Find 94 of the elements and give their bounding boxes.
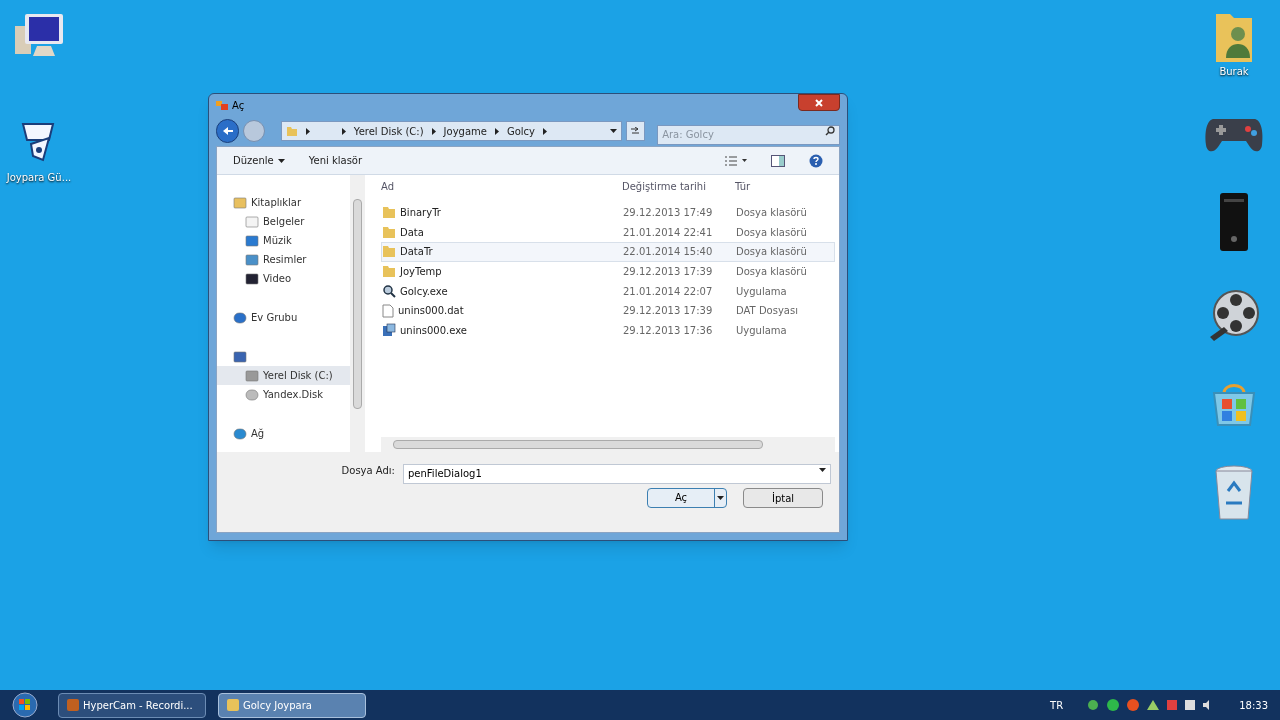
filename-label: Dosya Adı: [341, 463, 395, 478]
file-date: 22.01.2014 15:40 [623, 245, 714, 260]
column-header[interactable]: Ad [381, 178, 622, 194]
help-icon[interactable] [809, 153, 823, 168]
taskbar-button[interactable]: Golcy Joypara [218, 692, 366, 718]
breadcrumb-item[interactable]: Golcy [506, 123, 536, 139]
file-type: Dosya klasörü [736, 206, 807, 221]
window-icon [216, 100, 228, 110]
file-date: 21.01.2014 22:07 [623, 284, 714, 299]
refresh-button[interactable] [625, 121, 646, 141]
file-type: Dosya klasörü [736, 225, 807, 240]
breadcrumb-item[interactable]: Yerel Disk (C:) [353, 123, 424, 139]
caret-icon [717, 496, 724, 500]
file-date: 29.12.2013 17:39 [623, 304, 714, 319]
window-title: Aç [232, 98, 246, 113]
back-button[interactable] [216, 119, 240, 143]
file-row[interactable]: unins000.exe 29.12.2013 17:36 Uygulama [381, 320, 835, 341]
file-name: BinaryTr [400, 206, 441, 221]
tray-icons[interactable] [1087, 698, 1212, 712]
windows-logo-icon [12, 692, 38, 718]
open-button[interactable]: Aç [647, 488, 727, 508]
clock[interactable]: 18:33 [1239, 697, 1268, 713]
file-name: JoyTemp [400, 265, 442, 280]
search-icon [825, 126, 835, 136]
dropdown-arrow-icon [609, 129, 617, 133]
icon-label: Joypara Gü... [6, 171, 72, 185]
caret-icon [277, 158, 285, 163]
folder-icon [285, 125, 298, 137]
file-type: Uygulama [736, 284, 787, 299]
chevron-icon [431, 127, 436, 135]
file-date: 29.12.2013 17:39 [623, 265, 714, 280]
chevron-icon [494, 127, 499, 135]
close-button[interactable] [798, 94, 840, 111]
app-icon [67, 699, 79, 711]
file-row[interactable]: BinaryTr 29.12.2013 17:49 Dosya klasörü [381, 203, 835, 223]
file-type: Dosya klasörü [736, 245, 807, 260]
nav-item[interactable]: Yerel Disk (C:) [217, 366, 350, 385]
file-name: Golcy.exe [400, 284, 448, 299]
toolbar-button[interactable]: Yeni klasör [308, 153, 363, 168]
chevron-icon [543, 127, 548, 135]
file-icon [382, 303, 394, 318]
file-name: unins000.dat [398, 304, 464, 319]
view-list-icon[interactable] [725, 155, 747, 166]
nav-item[interactable]: Yandex.Disk [217, 385, 350, 404]
filename-field[interactable]: penFileDialog1 [403, 463, 831, 484]
file-date: 29.12.2013 17:49 [623, 206, 714, 221]
folder-icon [382, 225, 396, 239]
file-type: DAT Dosyası [736, 304, 798, 319]
address-bar[interactable]: Yerel Disk (C:) Joygame Golcy [280, 121, 622, 141]
nav-item[interactable]: Video [217, 269, 350, 288]
file-row[interactable]: Data 21.01.2014 22:41 Dosya klasörü [381, 222, 835, 243]
file-row[interactable]: JoyTemp 29.12.2013 17:39 Dosya klasörü [381, 261, 835, 282]
setup-icon [382, 323, 396, 338]
taskbar-button[interactable]: HyperCam - Recordi... [58, 692, 206, 718]
file-name: unins000.exe [400, 323, 467, 338]
file-type: Uygulama [736, 323, 787, 338]
folder-icon [382, 245, 396, 259]
file-name: Data [400, 225, 424, 240]
preview-pane-icon[interactable] [771, 154, 785, 167]
column-header[interactable]: Tür [735, 178, 751, 194]
nav-item[interactable]: Resimler [217, 250, 350, 269]
language-indicator[interactable]: TR [1050, 697, 1064, 713]
file-row[interactable]: Golcy.exe 21.01.2014 22:07 Uygulama [381, 281, 835, 301]
app-icon [227, 699, 239, 711]
folder-icon [382, 206, 396, 220]
recycle-bin-icon[interactable] [1212, 463, 1256, 523]
nav-item[interactable]: Müzik [217, 231, 350, 250]
scrollbar[interactable] [350, 175, 365, 452]
file-row[interactable]: unins000.dat 29.12.2013 17:39 DAT Dosyası [381, 300, 835, 321]
magnifier-icon [382, 284, 396, 299]
cancel-button[interactable]: İptal [743, 488, 823, 508]
nav-item[interactable]: Ev Grubu [217, 308, 350, 327]
chevron-icon [305, 127, 310, 135]
toolbar-button[interactable]: Düzenle [233, 153, 285, 168]
column-header[interactable]: Değiştirme tarihi [622, 178, 735, 194]
folder-icon [382, 265, 396, 279]
computer-icon [233, 349, 247, 364]
file-name: DataTr [400, 245, 433, 260]
file-date: 29.12.2013 17:36 [623, 323, 714, 338]
caret-icon [819, 468, 826, 472]
nav-item[interactable]: Belgeler [217, 212, 350, 231]
nav-item[interactable]: Ağ [217, 424, 350, 443]
search-field[interactable]: Ara: Golcy [657, 124, 840, 145]
close-icon [815, 98, 823, 107]
back-arrow-icon [221, 126, 234, 136]
file-row[interactable]: DataTr 22.01.2014 15:40 Dosya klasörü [381, 242, 835, 262]
horizontal-scrollbar[interactable] [381, 437, 835, 452]
icon-label: Burak [1219, 65, 1249, 79]
file-type: Dosya klasörü [736, 265, 807, 280]
refresh-icon [630, 127, 641, 135]
nav-item[interactable]: Kitaplıklar [217, 193, 350, 212]
chevron-icon [341, 127, 346, 135]
breadcrumb-item[interactable]: Joygame [443, 123, 487, 139]
file-date: 21.01.2014 22:41 [623, 225, 714, 240]
